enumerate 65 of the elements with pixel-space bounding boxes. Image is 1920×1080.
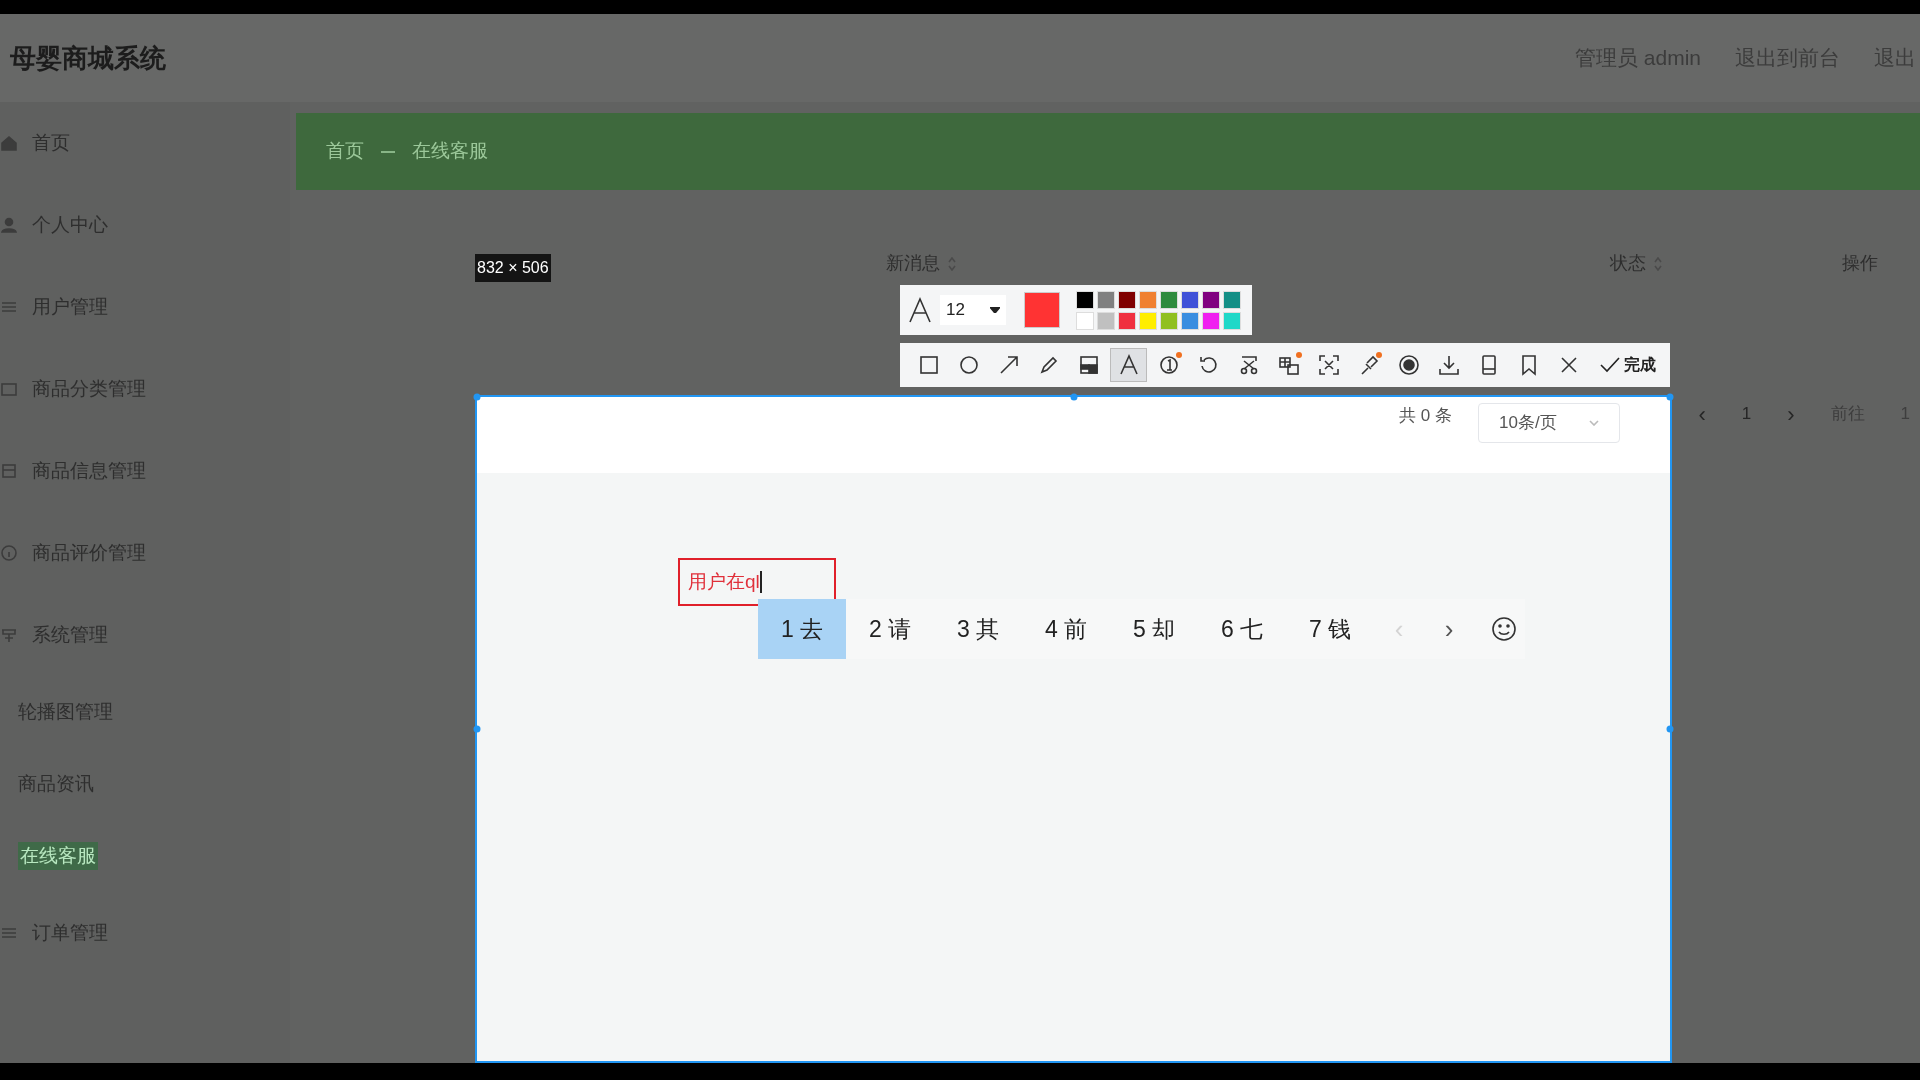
color-swatch[interactable]: [1181, 290, 1199, 309]
sidebar-item[interactable]: 在线客服: [0, 820, 290, 892]
sort-icon: [1654, 256, 1662, 271]
color-swatch[interactable]: [1202, 311, 1220, 330]
resize-handle[interactable]: [1070, 393, 1077, 401]
app-title: 母婴商城系统: [10, 41, 166, 75]
breadcrumb-link[interactable]: 在线客服: [412, 137, 488, 166]
tool-button[interactable]: [1110, 348, 1147, 382]
circle-icon: [957, 354, 980, 376]
caret-icon: [990, 307, 1000, 313]
color-swatch[interactable]: [1076, 311, 1094, 330]
color-swatch[interactable]: [1202, 290, 1220, 309]
chevron-icon: [1589, 420, 1599, 426]
color-swatch[interactable]: [1223, 311, 1241, 330]
font-icon: [1117, 354, 1140, 376]
home-icon: [0, 134, 18, 152]
sort-icon: [948, 256, 956, 271]
color-swatch[interactable]: [1223, 290, 1241, 309]
resize-handle[interactable]: [1666, 393, 1674, 401]
color-swatch[interactable]: [1139, 290, 1157, 309]
color-swatch[interactable]: [1181, 311, 1199, 330]
info-icon: [0, 544, 18, 562]
smiley-icon: [1491, 616, 1517, 642]
folder-icon: [0, 380, 18, 398]
color-swatch[interactable]: [1076, 290, 1094, 309]
color-swatch[interactable]: [1160, 311, 1178, 330]
ime-next-button[interactable]: ›: [1424, 599, 1474, 659]
resize-handle[interactable]: [1666, 725, 1674, 733]
ime-candidate[interactable]: 4 前: [1022, 599, 1110, 659]
resize-handle[interactable]: [473, 725, 481, 733]
translate-icon: [1277, 354, 1300, 376]
ime-candidate[interactable]: 3 其: [934, 599, 1022, 659]
user-icon: [0, 216, 18, 234]
ime-candidate[interactable]: 6 七: [1198, 599, 1286, 659]
font-icon: [908, 297, 932, 323]
ime-candidate[interactable]: 2 请: [846, 599, 934, 659]
color-swatch[interactable]: [1118, 290, 1136, 309]
color-swatch[interactable]: [1139, 311, 1157, 330]
mosaic-icon: [1077, 354, 1100, 376]
record-icon: [1397, 354, 1420, 376]
breadcrumb-link[interactable]: 首页: [326, 137, 364, 166]
next-page-button[interactable]: ›: [1787, 397, 1795, 431]
page-size-select[interactable]: 10条/页: [1478, 403, 1620, 443]
ime-candidate[interactable]: 7 钱: [1286, 599, 1374, 659]
ime-candidate[interactable]: 5 却: [1110, 599, 1198, 659]
scan-icon: [1317, 354, 1340, 376]
box-icon: [0, 462, 18, 480]
rectangle-icon: [917, 354, 940, 376]
check-icon: [1600, 357, 1620, 373]
color-swatch[interactable]: [1160, 290, 1178, 309]
done-button[interactable]: 完成: [1596, 348, 1660, 382]
color-swatch[interactable]: [1118, 311, 1136, 330]
total-count: 共 0 条: [1399, 405, 1452, 427]
current-color-swatch[interactable]: [1024, 292, 1060, 328]
undo-icon: [1197, 354, 1220, 376]
numbered-circle-icon: [1157, 354, 1180, 376]
color-swatch[interactable]: [1097, 290, 1115, 309]
resize-handle[interactable]: [473, 393, 481, 401]
selection-size-label: 832 × 506: [475, 254, 551, 282]
color-swatch[interactable]: [1097, 311, 1115, 330]
prev-page-button[interactable]: ‹: [1698, 397, 1706, 431]
ime-candidate[interactable]: 1 去: [758, 599, 846, 659]
page-number[interactable]: 1: [1741, 401, 1752, 427]
download-icon: [1437, 354, 1460, 376]
font-size-select[interactable]: 12: [940, 295, 1006, 325]
